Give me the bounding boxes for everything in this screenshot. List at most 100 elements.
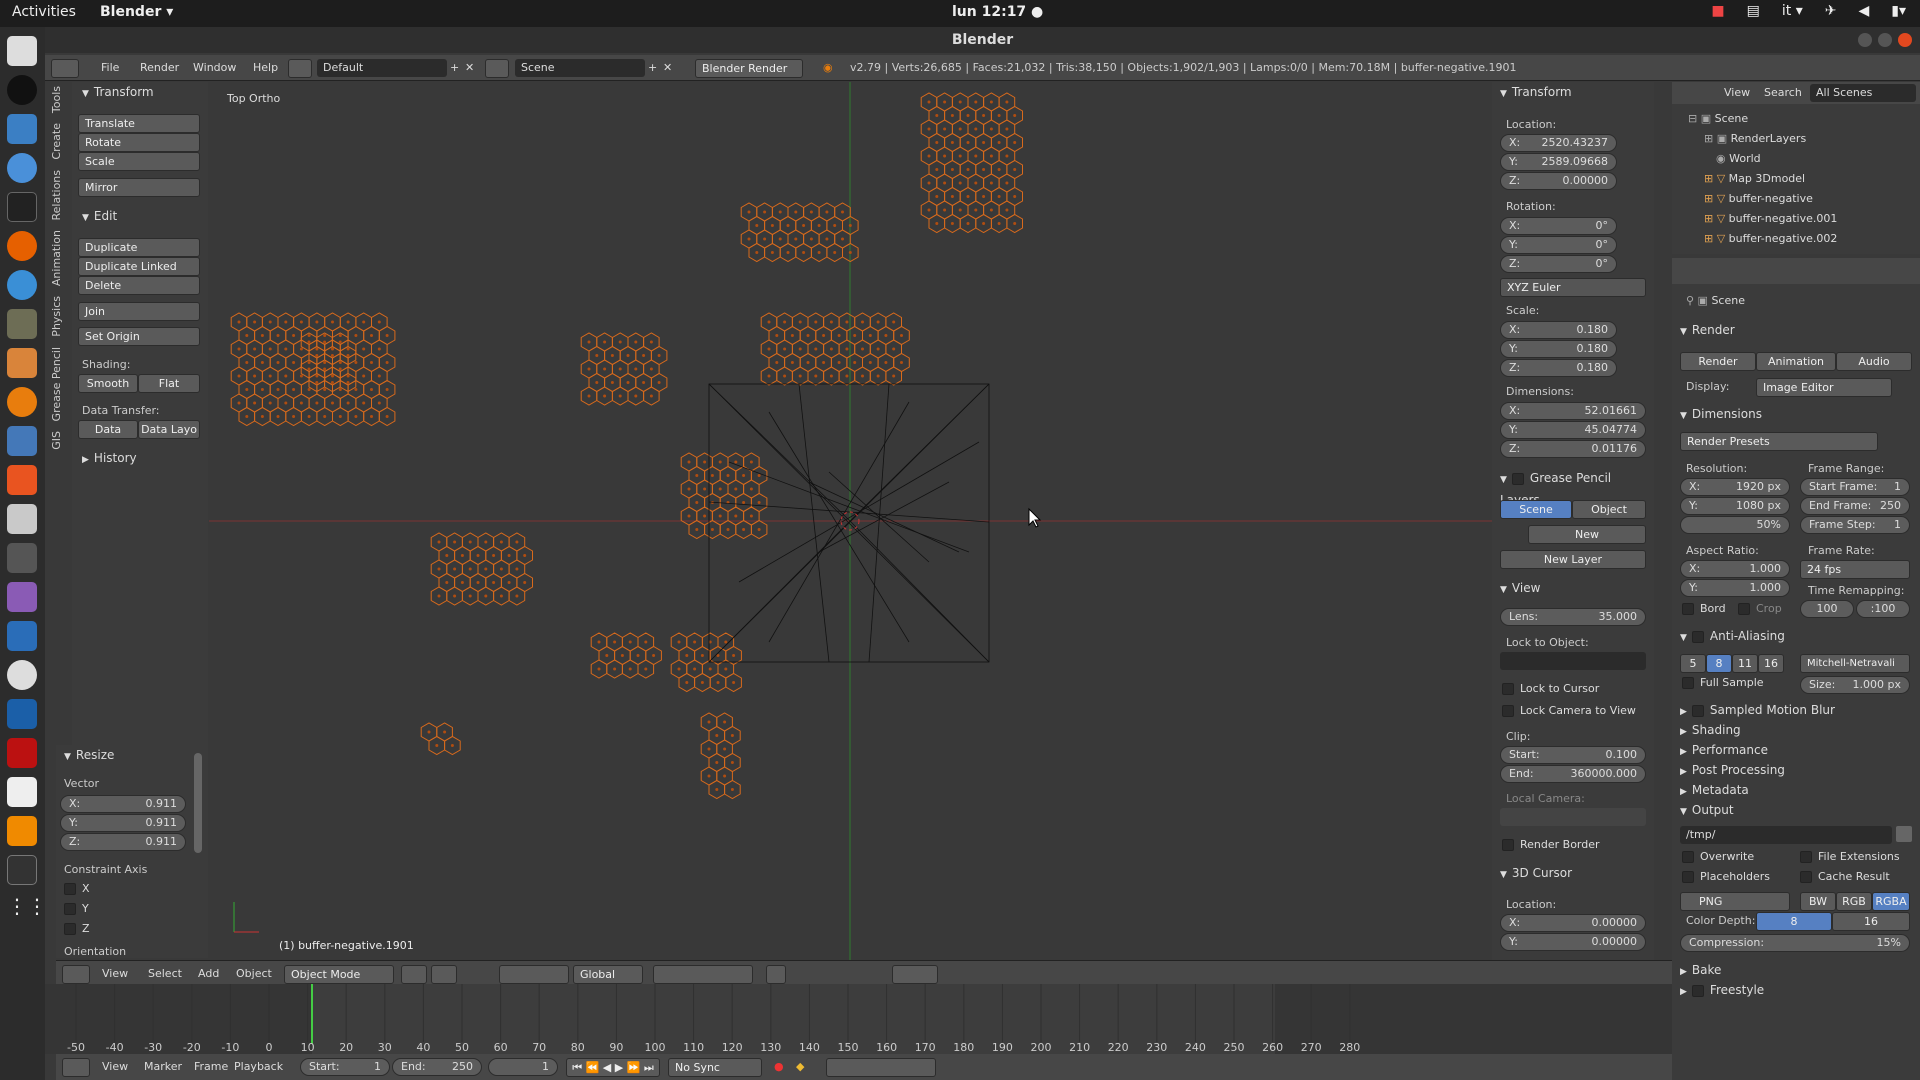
collapse-icon[interactable]: ▼ [1680,802,1687,822]
anti-aliasing-checkbox[interactable] [1691,630,1704,643]
filezilla-icon[interactable] [7,738,37,768]
transform-panel-title[interactable]: Transform [94,85,154,99]
flat-button[interactable]: Flat [138,374,200,393]
menu-window[interactable]: Window [193,59,236,77]
menu-file[interactable]: File [101,59,119,77]
app-menu[interactable]: Blender ▾ [100,4,173,20]
expand-icon[interactable]: ▶ [1680,742,1687,762]
render-border-checkbox[interactable]: Render Border [1502,838,1600,851]
motion-blur-checkbox[interactable] [1691,704,1704,717]
editor-type-icon[interactable] [62,965,90,984]
lock-camera-checkbox[interactable]: Lock Camera to View [1502,704,1636,717]
metadata-panel-title[interactable]: Metadata [1692,783,1749,797]
file-extensions-checkbox[interactable]: File Extensions [1800,850,1900,863]
render-preview-icon[interactable] [892,965,938,984]
end-frame-field[interactable]: End: 250 [392,1058,482,1076]
gp-object-button[interactable]: Object [1572,500,1646,519]
menu-render[interactable]: Render [140,59,179,77]
display-select[interactable]: Image Editor [1756,378,1892,397]
tab-relations[interactable]: Relations [50,170,63,221]
rotation-mode-select[interactable]: XYZ Euler [1500,278,1646,297]
output-panel-title[interactable]: Output [1692,803,1734,817]
translate-button[interactable]: Translate [78,114,200,133]
remove-layout-icon[interactable]: ✕ [465,59,474,77]
volume-icon[interactable]: ◀ [1858,3,1869,19]
outliner-item-world[interactable]: ◉ World [1716,152,1761,165]
tab-physics[interactable]: Physics [50,296,63,337]
hex-grid-objects[interactable] [230,92,1023,800]
frame-step-field[interactable]: Frame Step: 1 [1800,516,1910,534]
color-depth-16-button[interactable]: 16 [1832,912,1910,931]
vector-y-field[interactable]: Y: 0.911 [60,814,186,832]
camera-icon[interactable]: ■ [1711,3,1724,19]
scale-button[interactable]: Scale [78,152,200,171]
view-title[interactable]: View [1512,581,1540,595]
smooth-button[interactable]: Smooth [78,374,138,393]
remap-old-field[interactable]: 100 [1800,600,1854,618]
vlc-icon[interactable] [7,816,37,846]
collapse-icon[interactable]: ▼ [1500,580,1507,600]
timeline[interactable]: -50 -40 -30 -20 -10 0 10 20 30 40 50 60 70 80 90 100 110… [45,984,1672,1054]
virtualbox-icon[interactable] [7,699,37,729]
collapse-icon[interactable]: ▼ [1680,322,1687,342]
object-menu[interactable]: Object [236,965,272,983]
expand-icon[interactable]: ▶ [82,450,89,470]
mode-select[interactable]: Object Mode [284,965,394,984]
files-icon[interactable] [7,36,37,66]
audio-button[interactable]: Audio [1836,352,1912,371]
constraint-z-checkbox[interactable]: Z [64,922,90,935]
collapse-icon[interactable]: ▼ [1500,865,1507,885]
expand-icon[interactable]: ▶ [1680,982,1687,1002]
editor-type-icon[interactable] [62,1058,90,1077]
rotation-x-field[interactable]: X: 0° [1500,217,1617,235]
remove-scene-icon[interactable]: ✕ [663,59,672,77]
media-icon[interactable] [7,582,37,612]
keying-set-field[interactable] [826,1058,936,1077]
bake-panel-title[interactable]: Bake [1692,963,1722,977]
app-grid-icon[interactable]: ⋮⋮ [7,894,47,924]
collapse-icon[interactable]: ▼ [1500,84,1507,104]
shading-panel-title[interactable]: Shading [1692,723,1741,737]
shading-mode-select[interactable] [401,965,427,984]
overwrite-checkbox[interactable]: Overwrite [1682,850,1754,863]
data-layout-button[interactable]: Data Layo [138,420,200,439]
dimensions-panel-title[interactable]: Dimensions [1692,407,1762,421]
tab-grease-pencil[interactable]: Grease Pencil [50,347,63,421]
output-path-field[interactable]: /tmp/ [1680,826,1892,844]
location-x-field[interactable]: X: 2520.43237 [1500,134,1617,152]
border-checkbox[interactable]: Bord [1682,602,1726,615]
resolution-percent-field[interactable]: 50% [1680,516,1790,534]
outliner-view-menu[interactable]: View [1724,86,1750,99]
scale-y-field[interactable]: Y: 0.180 [1500,340,1617,358]
manipulator-toggle[interactable] [499,965,569,984]
render-engine-select[interactable]: Blender Render [695,59,803,78]
inkscape-icon[interactable] [7,75,37,105]
aspect-y-field[interactable]: Y: 1.000 [1680,579,1790,597]
fps-select[interactable]: 24 fps [1800,560,1910,579]
view-menu[interactable]: View [102,1058,128,1076]
gp-new-button[interactable]: New [1528,525,1646,544]
orientation-select[interactable]: Global [573,965,643,984]
location-z-field[interactable]: Z: 0.00000 [1500,172,1617,190]
chromium-icon[interactable] [7,153,37,183]
outliner-item-buffer-negative[interactable]: ⊞ ▽ buffer-negative [1704,192,1813,205]
resolution-y-field[interactable]: Y: 1080 px [1680,497,1790,515]
cursor-y-field[interactable]: Y: 0.00000 [1500,933,1646,951]
collapse-icon[interactable]: ▼ [1500,470,1507,490]
add-scene-icon[interactable]: + [648,59,657,77]
gp-new-layer-button[interactable]: New Layer [1500,550,1646,569]
aa-11-button[interactable]: 11 [1732,654,1758,673]
outliner-item-renderlayers[interactable]: ⊞ ▣ RenderLayers [1704,132,1806,145]
start-frame-field[interactable]: Start Frame: 1 [1800,478,1910,496]
settings-icon[interactable] [7,504,37,534]
dimensions-z-field[interactable]: Z: 0.01176 [1500,440,1646,458]
power-icon[interactable]: ▮▾ [1891,3,1906,19]
writer-icon[interactable] [7,114,37,144]
timeline-canvas[interactable]: -50 -40 -30 -20 -10 0 10 20 30 40 50 60 70 80 90 100 110… [45,984,1672,1054]
constraint-y-checkbox[interactable]: Y [64,902,89,915]
menu-help[interactable]: Help [253,59,278,77]
lens-field[interactable]: Lens: 35.000 [1500,608,1646,626]
full-sample-checkbox[interactable]: Full Sample [1682,676,1764,689]
expand-icon[interactable]: ▶ [1680,722,1687,742]
pivot-select[interactable] [431,965,457,984]
